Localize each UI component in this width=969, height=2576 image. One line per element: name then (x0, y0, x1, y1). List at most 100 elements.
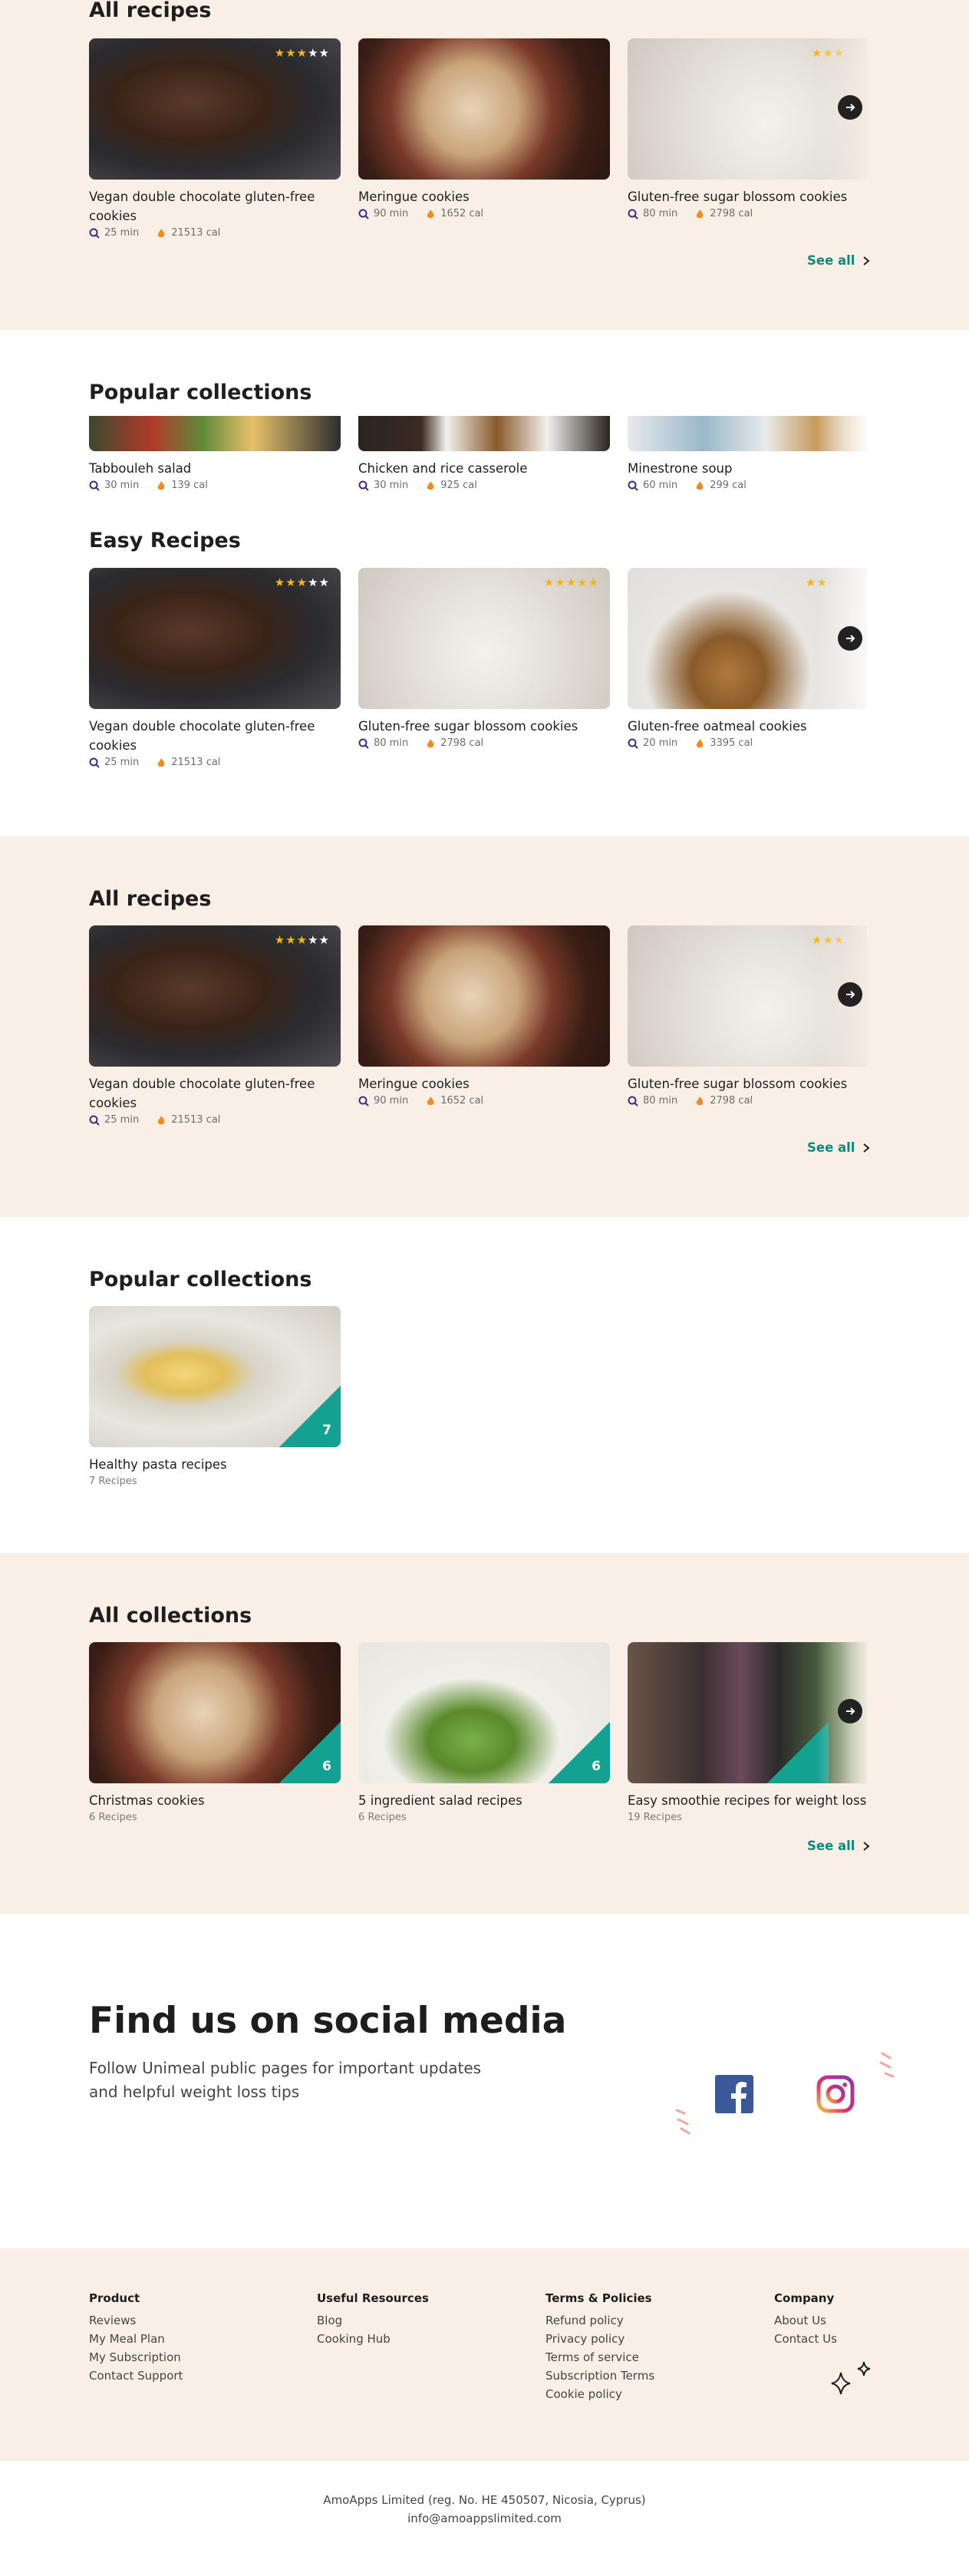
footer-heading: Terms & Policies (545, 2291, 652, 2305)
section-popular-collections-2: Popular collections 7 Healthy pasta reci… (0, 1217, 969, 1553)
footer-link-subscription-terms[interactable]: Subscription Terms (545, 2367, 654, 2385)
recipe-calories: 21513 cal (171, 1114, 221, 1126)
recipe-count-badge: 6 (549, 1722, 610, 1783)
footer-link-privacy-policy[interactable]: Privacy policy (545, 2330, 654, 2348)
arrow-right-icon (846, 1707, 855, 1715)
arrow-right-icon (846, 104, 855, 111)
footer-link-contact-us[interactable]: Contact Us (774, 2330, 837, 2348)
collection-image: 6 (89, 1642, 341, 1783)
recipe-card[interactable]: Chicken and rice casserole 30 min 925 ca… (358, 416, 610, 491)
footer-link-cooking-hub[interactable]: Cooking Hub (317, 2330, 429, 2348)
recipe-count-badge: 6 (279, 1722, 341, 1783)
facebook-link[interactable] (715, 2075, 753, 2113)
collection-title: Easy smoothie recipes for weight loss (628, 1793, 867, 1808)
footer-link-my-meal-plan[interactable]: My Meal Plan (89, 2330, 183, 2348)
recipe-time: 80 min (643, 1095, 678, 1107)
arrow-right-icon (846, 991, 855, 998)
recipe-title: Gluten-free sugar blossom cookies (628, 190, 848, 204)
footer-link-contact-support[interactable]: Contact Support (89, 2367, 183, 2385)
recipe-image: ★★★★★ (89, 568, 341, 709)
collection-card[interactable]: 6 Christmas cookies 6 Recipes (89, 1642, 341, 1823)
collection-card[interactable]: 7 Healthy pasta recipes 7 Recipes (89, 1306, 341, 1487)
collection-title: Christmas cookies (89, 1793, 205, 1808)
see-all-label: See all (807, 1839, 855, 1853)
recipe-meta: 60 min 299 cal (628, 480, 867, 491)
section-all-recipes-2: All recipes ★★★★★ Vegan double chocolate… (0, 836, 969, 1217)
recipe-title: Vegan double chocolate gluten-free cooki… (89, 1077, 315, 1110)
rating-stars: ★★★★★ (274, 933, 330, 947)
see-all-label: See all (807, 1140, 855, 1155)
recipe-title: Meringue cookies (358, 190, 470, 204)
recipe-card[interactable]: ★★★★★ Vegan double chocolate gluten-free… (89, 925, 341, 1126)
footer-heading: Useful Resources (317, 2291, 429, 2305)
flame-icon (697, 1096, 704, 1105)
section-all-recipes-1: All recipes ★★★★★ Vegan double chocolate… (0, 0, 969, 330)
footer-link-about-us[interactable]: About Us (774, 2311, 837, 2330)
recipe-count: 7 (322, 1423, 331, 1438)
recipe-card[interactable]: ★★★★★ Vegan double chocolate gluten-free… (89, 568, 341, 768)
carousel-next-button[interactable] (838, 626, 862, 651)
footer-link-my-subscription[interactable]: My Subscription (89, 2348, 183, 2367)
footer-link-refund-policy[interactable]: Refund policy (545, 2311, 654, 2330)
recipe-card[interactable]: Tabbouleh salad 30 min 139 cal (89, 416, 341, 491)
recipe-card[interactable]: Meringue cookies 90 min 1652 cal (358, 38, 610, 219)
recipe-card[interactable]: ★★★★★ Vegan double chocolate gluten-free… (89, 38, 341, 239)
flame-icon (697, 209, 704, 218)
flame-icon (427, 738, 434, 747)
footer-link-blog[interactable]: Blog (317, 2311, 429, 2330)
recipe-time: 90 min (374, 1095, 409, 1107)
clock-icon (628, 209, 638, 219)
recipe-card[interactable]: Meringue cookies 90 min 1652 cal (358, 925, 610, 1107)
recipe-calories: 2798 cal (710, 208, 753, 219)
flame-icon (427, 209, 434, 218)
recipe-card[interactable]: ★★★★★ Gluten-free sugar blossom cookies … (358, 568, 610, 749)
footer-column-product: Product Reviews My Meal Plan My Subscrip… (89, 2291, 183, 2385)
recipe-image (358, 416, 610, 451)
collection-carousel: 7 Healthy pasta recipes 7 Recipes (89, 1306, 867, 1536)
recipe-title: Tabbouleh salad (89, 461, 192, 476)
section-title: Popular collections (89, 1268, 312, 1291)
recipe-time: 80 min (374, 737, 409, 749)
clock-icon (89, 1115, 100, 1126)
footer-link-cookie-policy[interactable]: Cookie policy (545, 2385, 654, 2403)
recipe-calories: 1652 cal (440, 1095, 484, 1107)
flame-icon (427, 1096, 434, 1105)
recipe-time: 25 min (104, 227, 140, 239)
legal-email[interactable]: info@amoappslimited.com (0, 2512, 969, 2525)
footer: Product Reviews My Meal Plan My Subscrip… (0, 2248, 969, 2461)
footer-link-reviews[interactable]: Reviews (89, 2311, 183, 2330)
sparkle-icon (831, 2361, 871, 2395)
recipe-title: Gluten-free sugar blossom cookies (358, 719, 578, 734)
carousel-next-button[interactable] (838, 1699, 862, 1723)
see-all-link[interactable]: See all (807, 1140, 871, 1155)
legal-company: AmoApps Limited (reg. No. HE 450507, Nic… (323, 2493, 646, 2507)
recipe-meta: 30 min 925 cal (358, 480, 610, 491)
recipe-meta: 25 min 21513 cal (89, 1114, 341, 1126)
recipe-meta: 30 min 139 cal (89, 480, 341, 491)
see-all-link[interactable]: See all (807, 1839, 871, 1853)
legal-bar: AmoApps Limited (reg. No. HE 450507, Nic… (0, 2461, 969, 2576)
recipe-title: Meringue cookies (358, 1077, 470, 1091)
recipe-carousel: ★★★★★ Vegan double chocolate gluten-free… (89, 568, 867, 798)
carousel-next-button[interactable] (838, 982, 862, 1007)
recipe-image: ★★★★★ (89, 925, 341, 1067)
recipe-title: Gluten-free sugar blossom cookies (628, 1077, 848, 1091)
section-title: Popular collections (89, 381, 312, 404)
clock-icon (89, 480, 100, 491)
recipe-count-badge: 7 (279, 1386, 341, 1447)
instagram-link[interactable] (816, 2075, 855, 2113)
carousel-next-button[interactable] (838, 95, 862, 120)
recipe-carousel: Tabbouleh salad 30 min 139 cal Chicken a… (89, 416, 867, 500)
see-all-link[interactable]: See all (807, 253, 871, 268)
footer-link-terms-of-service[interactable]: Terms of service (545, 2348, 654, 2367)
recipe-calories: 21513 cal (171, 227, 221, 239)
recipe-calories: 2798 cal (440, 737, 484, 749)
collection-card[interactable]: 6 5 ingredient salad recipes 6 Recipes (358, 1642, 610, 1823)
decor-dashes-icon (675, 2109, 690, 2135)
clock-icon (628, 738, 638, 749)
clock-icon (358, 1096, 369, 1107)
clock-icon (89, 228, 100, 239)
clock-icon (358, 738, 369, 749)
recipe-time: 25 min (104, 1114, 140, 1126)
section-title: All recipes (89, 887, 212, 911)
